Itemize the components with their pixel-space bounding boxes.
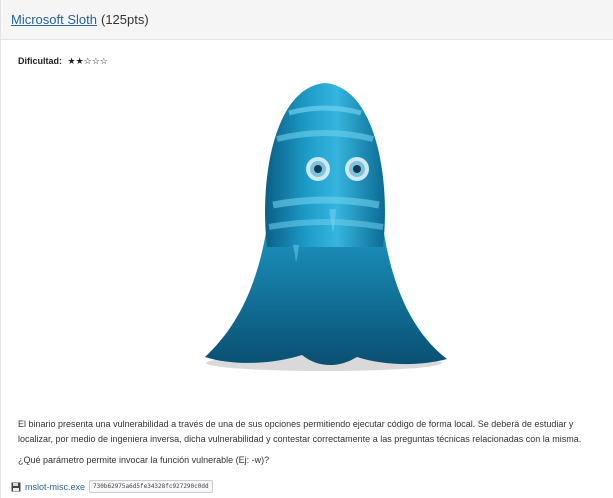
floppy-disk-icon [11,482,21,491]
difficulty: Dificultad: ★★☆☆☆ [18,56,108,67]
challenge-points: (125pts) [100,12,149,27]
file-hash: 730b62975a6d5fe34328fc927290c0dd [89,480,213,493]
difficulty-stars: ★★☆☆☆ [67,56,108,66]
challenge-title-link[interactable]: Microsoft Sloth [11,12,97,27]
challenge-question: ¿Qué parámetro permite invocar la funció… [18,455,270,465]
download-row: mslot-misc.exe 730b62975a6d5fe34328fc927… [11,480,213,493]
download-link[interactable]: mslot-misc.exe [25,482,85,492]
challenge-panel: Microsoft Sloth (125pts) Dificultad: ★★☆… [0,0,613,498]
ghost-illustration [197,77,451,373]
difficulty-label: Dificultad: [18,56,62,66]
challenge-description: El binario presenta una vulnerabilidad a… [18,419,582,444]
challenge-header: Microsoft Sloth (125pts) [1,0,613,40]
